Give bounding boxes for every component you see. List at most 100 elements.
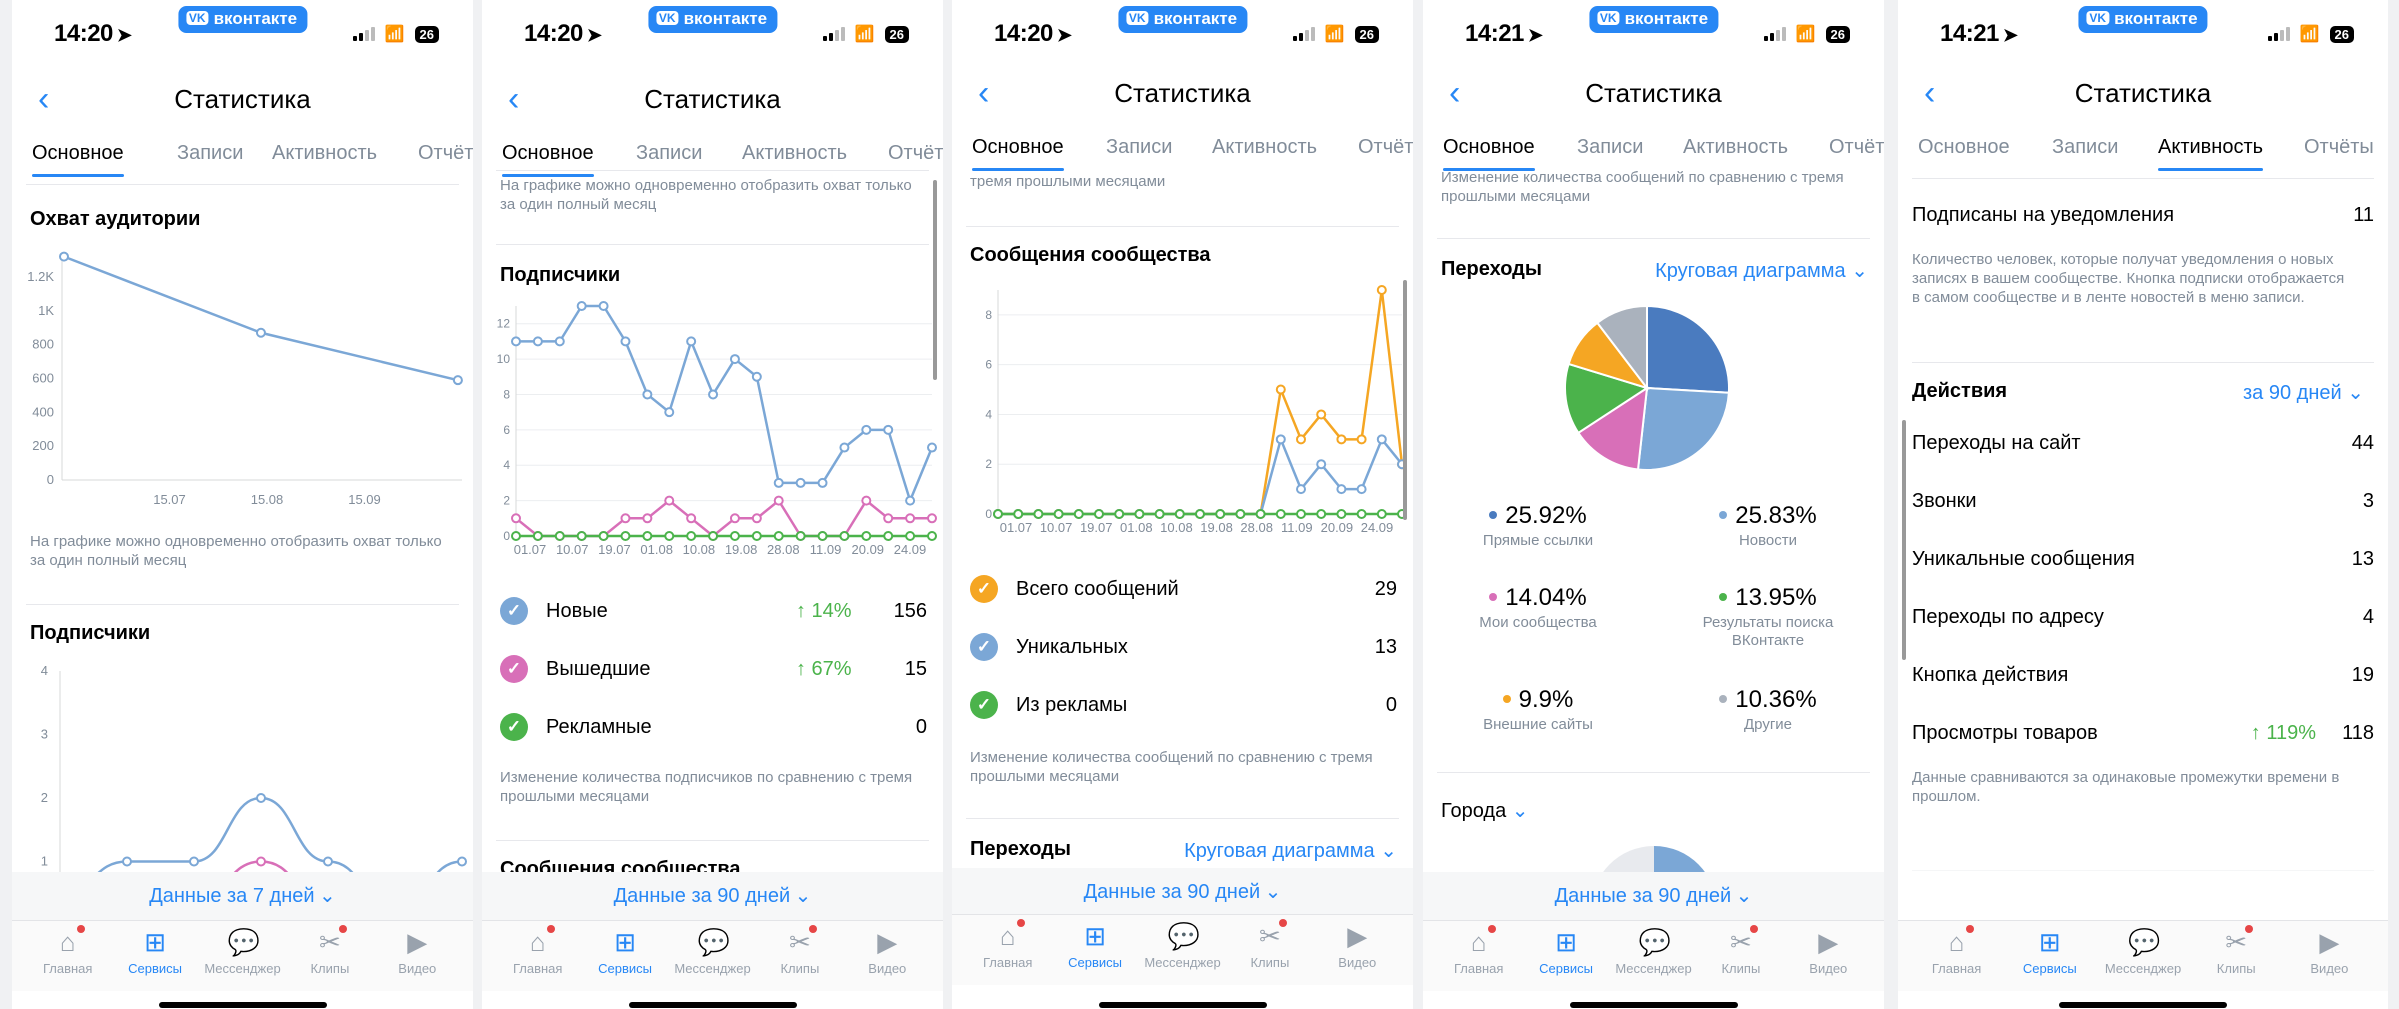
- tab-main[interactable]: Основное: [1918, 136, 2010, 159]
- bottom-tab-bar: ⌂ Главная ⊞ Сервисы 💬 Мессенджер ✂ Клипы ▶ Видео: [952, 914, 1413, 1008]
- tabbar-item-home[interactable]: ⌂ Главная: [1912, 925, 2002, 976]
- period-bar: Данные за 90 дней ⌄: [482, 872, 943, 920]
- tabbar-item-clips[interactable]: ✂ Клипы: [755, 925, 845, 976]
- tab-reports[interactable]: Отчёты: [1829, 136, 1884, 159]
- tab-posts[interactable]: Записи: [2052, 136, 2118, 159]
- tabbar-item-messenger[interactable]: 💬 Мессенджер: [1138, 921, 1228, 970]
- page-title: Статистика: [1114, 78, 1251, 108]
- messages-note: Изменение количества сообщений по сравне…: [970, 749, 1373, 785]
- pie-legend-value: 14.04%: [1443, 584, 1633, 612]
- tab-main[interactable]: Основное: [32, 142, 124, 177]
- tab-posts[interactable]: Записи: [177, 142, 243, 165]
- actions-period-select[interactable]: за 90 дней ⌄: [2243, 380, 2364, 405]
- tabbar-item-clips[interactable]: ✂ Клипы: [2191, 925, 2281, 976]
- tabbar-item-messenger[interactable]: 💬 Мессенджер: [668, 927, 758, 976]
- tabbar-item-video[interactable]: ▶ Видео: [2284, 927, 2374, 976]
- tabbar-item-clips[interactable]: ✂ Клипы: [285, 925, 375, 976]
- tab-activity[interactable]: Активность: [272, 142, 377, 165]
- tabbar-item-home[interactable]: ⌂ Главная: [23, 925, 113, 976]
- chevron-down-icon: ⌄: [319, 885, 336, 907]
- vk-badge[interactable]: VK вконтакте: [177, 6, 308, 33]
- tab-reports[interactable]: Отчёты: [888, 142, 943, 165]
- tab-main[interactable]: Основное: [1443, 136, 1535, 171]
- tab-activity[interactable]: Активность: [1683, 136, 1788, 159]
- tabbar-item-services[interactable]: ⊞ Сервисы: [110, 927, 200, 976]
- period-button[interactable]: Данные за 7 дней: [149, 885, 314, 907]
- tab-activity[interactable]: Активность: [742, 142, 847, 165]
- services-icon: ⊞: [1555, 927, 1577, 957]
- x-tick-label: 19.08: [1200, 520, 1233, 535]
- period-button[interactable]: Данные за 90 дней: [1084, 881, 1260, 903]
- tab-posts[interactable]: Записи: [636, 142, 702, 165]
- legend-row-unique[interactable]: ✓ Уникальных 13: [970, 633, 1413, 672]
- tabbar-item-home[interactable]: ⌂ Главная: [493, 925, 583, 976]
- tab-reports[interactable]: Отчёты: [1358, 136, 1413, 159]
- tabbar-item-clips[interactable]: ✂ Клипы: [1696, 925, 1786, 976]
- x-tick-label: 10.07: [556, 542, 589, 557]
- scrollbar[interactable]: [1902, 420, 1906, 660]
- tab-activity[interactable]: Активность: [1212, 136, 1317, 159]
- legend-row-new[interactable]: ✓ Новые ↑ 14% 156: [500, 597, 943, 636]
- scrollbar[interactable]: [933, 180, 937, 380]
- chart-type-select[interactable]: Круговая диаграмма ⌄: [1655, 258, 1868, 283]
- transitions-title: Переходы: [1441, 258, 1542, 280]
- vk-badge[interactable]: VK вконтакте: [647, 6, 778, 33]
- tab-activity[interactable]: Активность: [2158, 136, 2264, 171]
- data-point: [664, 531, 675, 541]
- tab-main[interactable]: Основное: [502, 142, 594, 177]
- data-point: [883, 424, 894, 435]
- period-button[interactable]: Данные за 90 дней: [614, 885, 790, 907]
- tab-reports[interactable]: Отчёты: [2304, 136, 2374, 159]
- tab-main[interactable]: Основное: [972, 136, 1064, 171]
- data-point: [598, 531, 609, 541]
- tabbar-item-video[interactable]: ▶ Видео: [372, 927, 462, 976]
- tab-reports[interactable]: Отчёты: [418, 142, 473, 165]
- legend-row-ads[interactable]: ✓ Рекламные 0: [500, 713, 943, 752]
- clips-icon: ✂: [315, 925, 347, 957]
- legend-row-total[interactable]: ✓ Всего сообщений 29: [970, 575, 1413, 614]
- tabbar-item-services[interactable]: ⊞ Сервисы: [580, 927, 670, 976]
- tabbar-item-messenger[interactable]: 💬 Мессенджер: [1609, 927, 1699, 976]
- tabbar-label: Мессенджер: [2104, 961, 2182, 976]
- action-row: Кнопка действия 19: [1912, 664, 2374, 686]
- vk-badge[interactable]: VK вконтакте: [2078, 6, 2208, 33]
- tab-posts[interactable]: Записи: [1106, 136, 1172, 159]
- services-icon: ⊞: [144, 927, 166, 957]
- data-point: [1195, 509, 1205, 519]
- tabbar-item-video[interactable]: ▶ Видео: [1783, 927, 1873, 976]
- wifi-icon: 📶: [1795, 26, 1816, 43]
- period-button[interactable]: Данные за 90 дней: [1555, 885, 1731, 907]
- data-point: [729, 531, 740, 541]
- legend-row-left[interactable]: ✓ Вышедшие ↑ 67% 15: [500, 655, 943, 694]
- tabbar-item-messenger[interactable]: 💬 Мессенджер: [198, 927, 288, 976]
- data-point: [795, 531, 806, 541]
- cities-select[interactable]: Города ⌄: [1441, 798, 1529, 823]
- y-tick-label: 1.2K: [27, 269, 54, 284]
- tabbar-item-services[interactable]: ⊞ Сервисы: [2005, 927, 2095, 976]
- tabbar-item-video[interactable]: ▶ Видео: [1312, 921, 1402, 970]
- vk-badge[interactable]: VK вконтакте: [1588, 6, 1719, 33]
- data-point: [905, 495, 916, 506]
- messenger-icon: 💬: [1167, 921, 1200, 951]
- nav-bar: ‹ Статистика: [952, 70, 1413, 120]
- data-point: [256, 856, 266, 867]
- tabbar-item-messenger[interactable]: 💬 Мессенджер: [2098, 927, 2188, 976]
- tabbar-item-home[interactable]: ⌂ Главная: [963, 919, 1053, 970]
- tabbar-item-services[interactable]: ⊞ Сервисы: [1521, 927, 1611, 976]
- chart-type-select[interactable]: Круговая диаграмма ⌄: [1184, 838, 1397, 863]
- home-icon: ⌂: [523, 925, 555, 957]
- tabbar-item-clips[interactable]: ✂ Клипы: [1225, 919, 1315, 970]
- tab-posts[interactable]: Записи: [1577, 136, 1643, 159]
- tabbar-label: Мессенджер: [1615, 961, 1692, 976]
- vk-badge[interactable]: VK вконтакте: [1117, 6, 1248, 33]
- tabbar-item-video[interactable]: ▶ Видео: [842, 927, 932, 976]
- data-point: [323, 856, 333, 867]
- legend-row-ads[interactable]: ✓ Из рекламы 0: [970, 691, 1413, 730]
- tabbar-item-home[interactable]: ⌂ Главная: [1434, 925, 1524, 976]
- tabbar-item-services[interactable]: ⊞ Сервисы: [1050, 921, 1140, 970]
- pie-legend-label: Прямые ссылки: [1482, 532, 1594, 549]
- subscribers-chart: 0 2 4 6 8 10 12 01.07 10.07 19.07 01.08 10.08 19.08 2…: [497, 301, 937, 557]
- x-tick-label: 20.09: [852, 542, 885, 557]
- scrollbar[interactable]: [1403, 280, 1407, 520]
- data-point: [773, 477, 784, 488]
